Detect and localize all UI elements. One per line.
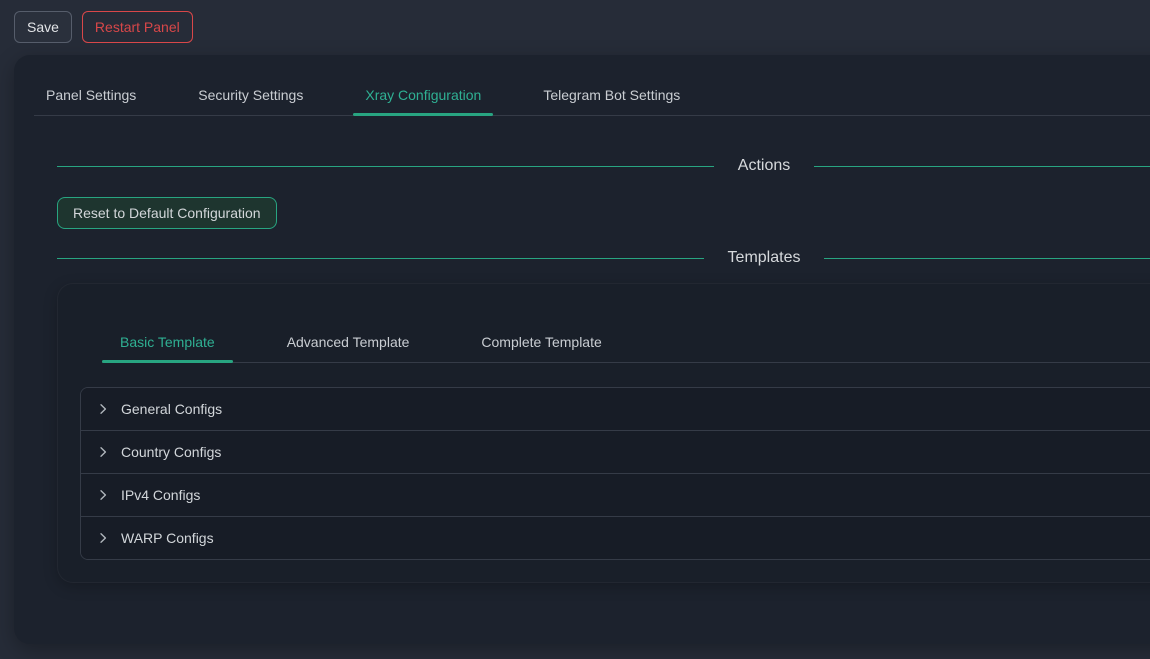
- save-button[interactable]: Save: [14, 11, 72, 43]
- divider-line: [57, 166, 714, 167]
- templates-divider: Templates: [57, 249, 1150, 267]
- tab-security-settings[interactable]: Security Settings: [186, 75, 315, 115]
- collapse-country-configs[interactable]: Country Configs: [81, 430, 1150, 473]
- settings-tab-bar: Panel Settings Security Settings Xray Co…: [34, 75, 1150, 116]
- tab-basic-template[interactable]: Basic Template: [102, 322, 233, 362]
- templates-section-title: Templates: [704, 249, 825, 267]
- divider-line: [57, 258, 704, 259]
- actions-section-title: Actions: [714, 157, 814, 175]
- chevron-right-icon: [97, 532, 109, 544]
- actions-divider: Actions: [57, 157, 1150, 175]
- template-tab-bar: Basic Template Advanced Template Complet…: [102, 322, 1150, 363]
- restart-panel-button[interactable]: Restart Panel: [82, 11, 193, 43]
- xray-configuration-panel: Actions Reset to Default Configuration T…: [34, 157, 1150, 583]
- chevron-right-icon: [97, 403, 109, 415]
- tab-xray-configuration[interactable]: Xray Configuration: [353, 75, 493, 115]
- tab-advanced-template[interactable]: Advanced Template: [269, 322, 428, 362]
- tab-telegram-bot-settings[interactable]: Telegram Bot Settings: [531, 75, 692, 115]
- reset-default-configuration-button[interactable]: Reset to Default Configuration: [57, 197, 277, 229]
- tab-panel-settings[interactable]: Panel Settings: [34, 75, 148, 115]
- collapse-warp-configs[interactable]: WARP Configs: [81, 516, 1150, 559]
- templates-card: Basic Template Advanced Template Complet…: [57, 283, 1150, 583]
- collapse-label: WARP Configs: [121, 530, 214, 546]
- config-collapse-list: General Configs Country Configs IPv4 Con…: [80, 387, 1150, 560]
- tab-complete-template[interactable]: Complete Template: [463, 322, 619, 362]
- divider-line: [824, 258, 1150, 259]
- chevron-right-icon: [97, 489, 109, 501]
- divider-line: [814, 166, 1150, 167]
- collapse-general-configs[interactable]: General Configs: [81, 388, 1150, 430]
- collapse-label: General Configs: [121, 401, 222, 417]
- chevron-right-icon: [97, 446, 109, 458]
- settings-card: Panel Settings Security Settings Xray Co…: [14, 55, 1150, 644]
- topbar: Save Restart Panel: [0, 0, 1150, 54]
- collapse-ipv4-configs[interactable]: IPv4 Configs: [81, 473, 1150, 516]
- collapse-label: IPv4 Configs: [121, 487, 200, 503]
- collapse-label: Country Configs: [121, 444, 221, 460]
